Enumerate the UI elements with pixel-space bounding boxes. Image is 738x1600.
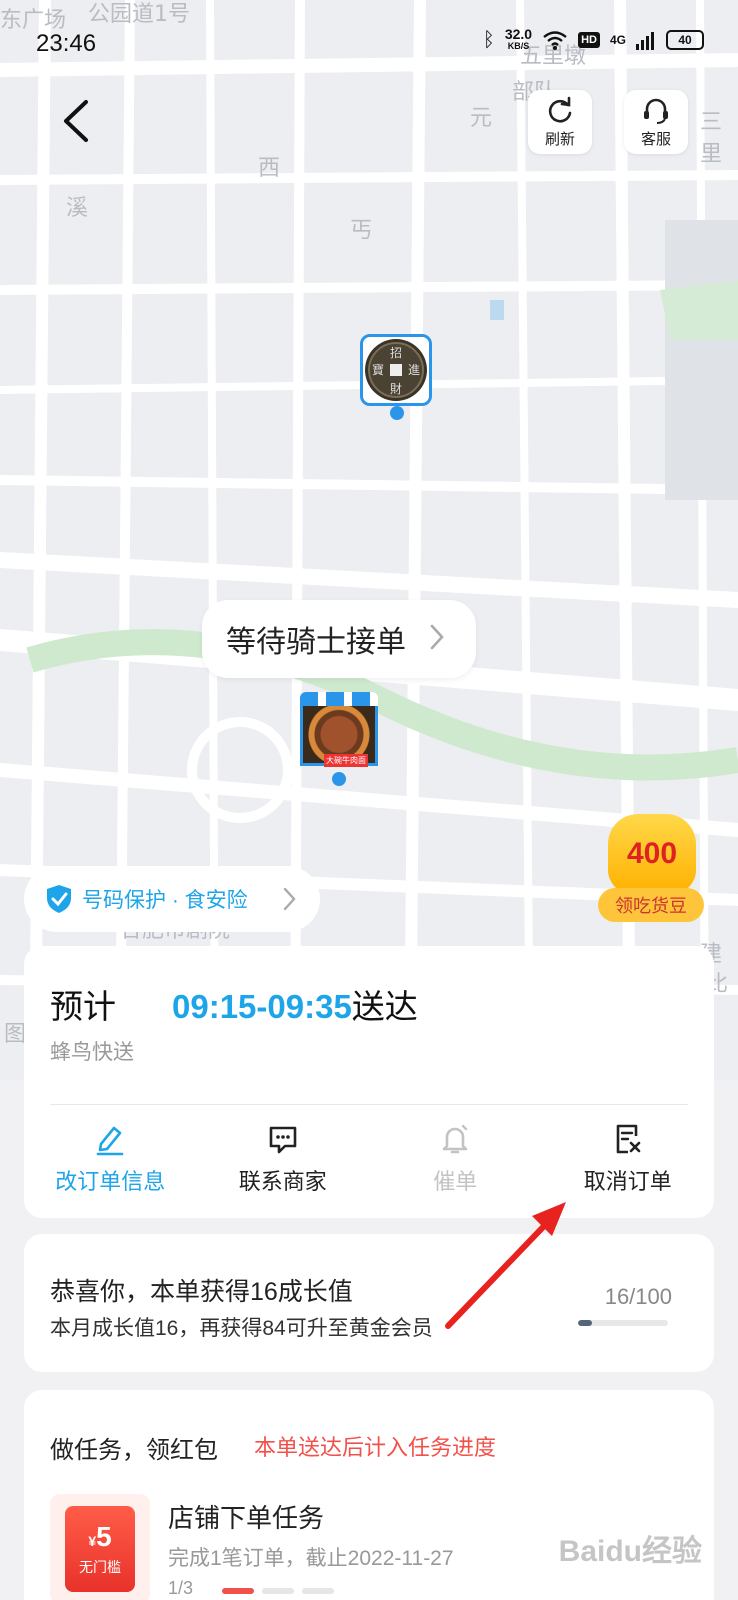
map-label: 西 [258,156,281,181]
chevron-right-icon [283,887,296,911]
marker-pin [390,406,404,420]
task-page-indicator: 1/3 [168,1578,194,1598]
growth-subtitle: 本月成长值16，再获得84可升至黄金会员 [50,1317,433,1340]
action-label: 改订单信息 [55,1169,166,1194]
task-name[interactable]: 店铺下单任务 [168,1498,324,1535]
order-status-text: 等待骑士接单 [226,626,406,659]
rider-location-marker[interactable]: 招 財 進 寶 [360,334,436,420]
back-button[interactable] [56,96,96,146]
service-label: 客服 [640,130,671,148]
wifi-icon [543,31,567,50]
urge-order-button[interactable]: 催单 [369,1122,542,1196]
headset-icon [644,98,668,124]
coupon: ¥5 无门槛 [65,1506,135,1592]
status-time: 23:46 [36,30,97,57]
bluetooth-icon: ᛒ [482,28,495,51]
reward-amount: 400 [608,814,696,894]
hd-badge: HD [578,32,600,48]
reward-label: 领吃货豆 [598,888,704,922]
battery-indicator: 40 [666,30,704,50]
reward-beans-badge[interactable]: 400 领吃货豆 [598,814,704,924]
watermark: Baidu经验 [558,1535,702,1568]
refresh-label: 刷新 [544,130,575,148]
marker-pin [332,772,346,786]
signal-icon [636,32,654,50]
eta-row: 预计 09:15-09:35送达 [50,980,418,1028]
action-label: 联系商家 [238,1169,327,1194]
growth-value-card[interactable]: 恭喜你，本单获得16成长值 本月成长值16，再获得84可升至黄金会员 16/10… [24,1234,714,1372]
pagination-dot [302,1588,334,1594]
coupon-amount: ¥5 [88,1521,112,1552]
growth-progress-text: 16/100 [604,1284,672,1309]
divider [50,1104,688,1105]
svg-text:進: 進 [408,363,420,377]
pagination-dot [262,1588,294,1594]
protect-text: 号码保护 · 食安险 [82,889,248,912]
network-type: 4G [609,33,626,47]
customer-service-button[interactable]: 客服 [624,90,688,154]
refresh-button[interactable]: 刷新 [528,90,592,154]
privacy-protection-pill[interactable]: 号码保护 · 食安险 [24,866,320,932]
svg-text:招: 招 [390,346,402,360]
chat-icon [269,1126,297,1154]
coin-icon: 招 財 進 寶 [365,339,427,401]
coin-avatar: 招 財 進 寶 [360,334,432,406]
shield-check-icon [47,885,71,913]
task-description: 完成1笔订单，截止2022-11-27 [168,1547,454,1570]
svg-text:寶: 寶 [372,362,384,377]
bell-icon [442,1124,468,1154]
status-indicators: ᛒ 32.0 KB/S HD 4G 40 [482,26,704,52]
svg-text:財: 財 [390,381,402,396]
map-label: 丐 [350,218,373,243]
order-status-bubble[interactable]: 等待骑士接单 [202,600,476,678]
action-label: 取消订单 [583,1169,672,1194]
shop-location-marker[interactable]: 大碗牛肉面 [300,692,378,788]
refresh-icon [548,96,572,122]
map-label: 溪 [66,196,89,221]
growth-title: 恭喜你，本单获得16成长值 [50,1278,353,1306]
task-heading: 做任务，领红包 [50,1437,218,1464]
action-label: 催单 [433,1169,478,1194]
eta-suffix: 送达 [351,988,418,1025]
eta-time-range: 09:15-09:35 [172,988,352,1025]
map-label: 图 [4,1022,27,1047]
eta-prefix: 预计 [50,988,116,1025]
shop-sign: 大碗牛肉面 [324,754,368,767]
task-pagination-dots [222,1588,334,1594]
growth-progress-fill [578,1320,593,1326]
cancel-order-icon [616,1124,641,1154]
chevron-right-icon [430,624,444,650]
contact-merchant-button[interactable]: 联系商家 [197,1122,370,1196]
edit-order-button[interactable]: 改订单信息 [24,1122,197,1196]
carrier-name: 蜂鸟快送 [50,1041,134,1064]
order-actions: 改订单信息 联系商家 催单 取消订单 [24,1122,714,1196]
task-note: 本单送达后计入任务进度 [254,1435,497,1460]
pagination-dot [222,1588,254,1594]
edit-icon [96,1126,124,1156]
network-speed: 32.0 KB/S [504,26,533,51]
delivery-eta-card: 预计 09:15-09:35送达 蜂鸟快送 改订单信息 联系商家 催单 取消订单 [24,946,714,1218]
shop-awning [300,692,378,706]
status-bar: 23:46 ᛒ 32.0 KB/S HD 4G 40 [0,0,738,90]
growth-progress-bar [578,1320,668,1326]
map-label: 三里 [700,110,723,167]
coupon-image[interactable]: ¥5 无门槛 [50,1494,150,1600]
coupon-condition: 无门槛 [79,1559,121,1575]
chevron-left-icon [64,100,88,142]
map-label: 元 [470,106,493,131]
cancel-order-button[interactable]: 取消订单 [542,1122,715,1196]
